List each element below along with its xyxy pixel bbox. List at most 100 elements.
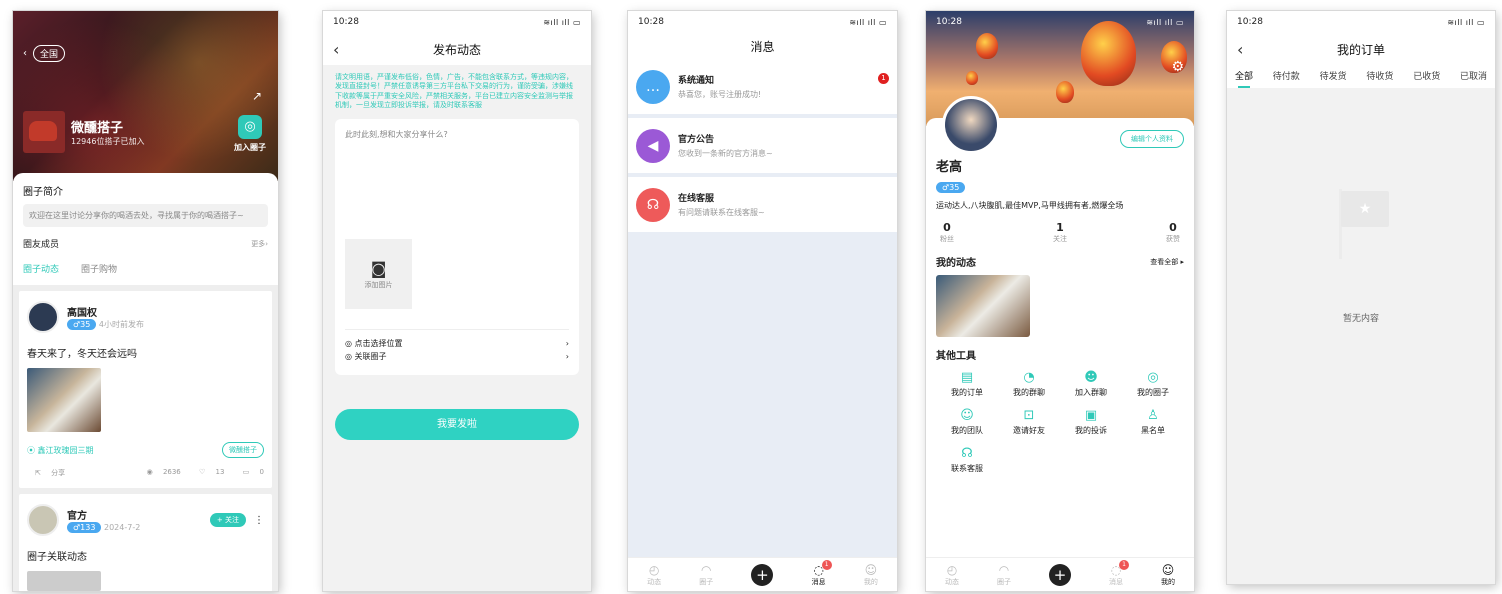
- invite-icon: ⊡: [1023, 408, 1035, 423]
- tab-feed[interactable]: ◴ 动态: [647, 563, 661, 587]
- circle-icon: ◠: [701, 562, 712, 577]
- tab-circle-shopping[interactable]: 圈子购物: [81, 262, 117, 275]
- select-location-row[interactable]: ◎ 点击选择位置 ›: [345, 328, 569, 349]
- tab-received[interactable]: 已收货: [1413, 69, 1440, 82]
- members-more-link[interactable]: 更多›: [251, 239, 268, 249]
- circle-icon: ◎: [1147, 370, 1159, 385]
- more-menu-icon[interactable]: ⋮: [254, 515, 264, 526]
- post-time: 2024-7-2: [104, 523, 141, 533]
- join-circle-button[interactable]: ◎ 加入圈子: [234, 115, 266, 153]
- empty-flag-icon: ★: [1321, 181, 1401, 261]
- tab-circle[interactable]: ◠ 圈子: [699, 563, 713, 587]
- status-time: 10:28: [1237, 17, 1263, 27]
- report-icon: ▣: [1084, 408, 1098, 423]
- tab-all[interactable]: 全部: [1235, 69, 1253, 88]
- tool-my-complaints[interactable]: ▣ 我的投诉: [1060, 408, 1122, 436]
- edit-profile-button[interactable]: 编辑个人资料: [1120, 130, 1184, 148]
- view-all-link[interactable]: 查看全部 ▸: [1150, 257, 1184, 267]
- submit-post-button[interactable]: 我要发啦: [335, 408, 579, 440]
- circle-hero: ‹ 全国 ↗ 微醺搭子 12946位搭子已加入 ◎ 加入圈子: [13, 11, 278, 181]
- follow-button[interactable]: + 关注: [209, 513, 246, 528]
- message-item-system[interactable]: … 系统通知 恭喜您，账号注册成功! 1: [628, 59, 897, 114]
- message-title: 官方公告: [678, 135, 715, 145]
- tool-join-group[interactable]: ☻ 加入群聊: [1060, 370, 1122, 398]
- my-posts-title: 我的动态: [936, 258, 976, 269]
- add-photo-label: 添加图片: [364, 280, 393, 289]
- circle-icon: ◎: [345, 351, 352, 361]
- avatar[interactable]: [27, 504, 59, 537]
- post-card[interactable]: 官方 ♂133 2024-7-2 + 关注 ⋮ 圈子关联动态: [19, 494, 272, 591]
- message-item-announcement[interactable]: ◀ 官方公告 您收到一条新的官方消息~: [628, 118, 897, 173]
- status-icons: ≋ıll ıll ▭: [1447, 17, 1485, 27]
- plus-icon: +: [1049, 563, 1071, 586]
- plus-icon: +: [751, 563, 774, 586]
- settings-gear-icon[interactable]: ⚙: [1171, 59, 1184, 75]
- tool-blacklist[interactable]: ♙ 黑名单: [1122, 408, 1184, 436]
- tab-cancelled[interactable]: 已取消: [1460, 69, 1487, 82]
- profile-avatar[interactable]: [942, 96, 1000, 154]
- share-action[interactable]: ⇱ 分享: [27, 468, 65, 478]
- group-name: 微醺搭子: [71, 121, 124, 136]
- tool-contact-support[interactable]: ☊ 联系客服: [936, 446, 998, 474]
- tab-pending-shipment[interactable]: 待发货: [1320, 69, 1347, 82]
- status-icons: ≋ıll ıll ▭: [543, 17, 581, 27]
- following-count[interactable]: 1 关注: [1053, 221, 1067, 244]
- camera-icon: ◙: [370, 258, 387, 278]
- message-item-support[interactable]: ☊ 在线客服 有问题请联系在线客服~: [628, 177, 897, 232]
- tab-me[interactable]: ☺ 我的: [864, 563, 878, 587]
- screen-circle-detail: ‹ 全国 ↗ 微醺搭子 12946位搭子已加入 ◎ 加入圈子 圈子简介 欢迎在这…: [13, 11, 278, 591]
- tab-messages[interactable]: ◌ 消息 1: [1109, 559, 1129, 587]
- message-title: 在线客服: [678, 194, 715, 204]
- tab-publish[interactable]: +: [751, 563, 774, 586]
- unread-badge: 1: [878, 73, 889, 84]
- avatar[interactable]: [27, 301, 59, 334]
- tools-grid: ▤ 我的订单 ◔ 我的群聊 ☻ 加入群聊 ◎ 我的圈子 ☺ 我的团队 ⊡ 邀请好友 ▣ 我的投…: [936, 370, 1184, 474]
- like-action[interactable]: ♡ 13: [191, 468, 224, 476]
- tool-invite-friends[interactable]: ⊡ 邀请好友: [998, 408, 1060, 436]
- post-card[interactable]: 高国权 ♂35 4小时前发布 春天来了，冬天还会远吗 ⦿ 鑫江玫瑰园三期 微醺搭…: [19, 291, 272, 489]
- screen-messages: 10:28 ≋ıll ıll ▭ 消息 … 系统通知 恭喜您，账号注册成功! 1 ◀…: [628, 11, 897, 591]
- post-text: 春天来了，冬天还会远吗: [27, 349, 137, 361]
- post-text: 圈子关联动态: [27, 552, 87, 564]
- tab-pending-receipt[interactable]: 待收货: [1366, 69, 1393, 82]
- circle-tag[interactable]: 微醺搭子: [222, 442, 264, 459]
- bottom-tab-bar: ◴ 动态 ◠ 圈子 + ◌ 消息 1 ☺ 我的: [628, 557, 897, 591]
- gender-age-badge: ♂35: [936, 182, 966, 193]
- post-thumbnail[interactable]: [936, 275, 1030, 337]
- post-location: ⦿ 鑫江玫瑰园三期: [27, 445, 94, 455]
- followers-count[interactable]: 0 粉丝: [940, 221, 954, 244]
- empty-text: 暂无内容: [1342, 314, 1379, 324]
- tab-messages[interactable]: ◌ 消息 1: [812, 559, 832, 587]
- comment-action[interactable]: ▭ 0: [235, 468, 264, 476]
- tool-my-orders[interactable]: ▤ 我的订单: [936, 370, 998, 398]
- region-chip[interactable]: 全国: [33, 45, 66, 62]
- post-image[interactable]: [27, 368, 101, 433]
- share-icon[interactable]: ↗: [252, 89, 262, 103]
- intro-text: 欢迎在这里讨论分享你的喝酒去处，寻找属于你的喝酒搭子~: [23, 204, 268, 228]
- status-icons: ≋ıll ıll ▭: [849, 17, 887, 27]
- add-photo-button[interactable]: ◙ 添加图片: [345, 238, 412, 309]
- eye-icon: ◉: [146, 468, 153, 477]
- group-member-count: 12946位搭子已加入: [71, 137, 145, 146]
- link-circle-row[interactable]: ◎ 关联圈子 ›: [345, 351, 569, 362]
- tab-me[interactable]: ☺ 我的: [1161, 563, 1175, 587]
- team-icon: ☺: [960, 408, 974, 423]
- back-icon[interactable]: ‹: [23, 48, 27, 59]
- post-image[interactable]: [27, 571, 101, 591]
- tool-my-team[interactable]: ☺ 我的团队: [936, 408, 998, 436]
- tab-badge: 1: [1119, 559, 1129, 570]
- back-icon[interactable]: ‹: [1237, 40, 1243, 59]
- empty-state: ★ 暂无内容: [1227, 181, 1495, 324]
- status-time: 10:28: [638, 17, 664, 27]
- bottom-tab-bar: ◴ 动态 ◠ 圈子 + ◌ 消息 1 ☺ 我的: [926, 557, 1194, 591]
- tab-pending-payment[interactable]: 待付款: [1273, 69, 1300, 82]
- post-content-input[interactable]: 此时此刻,想和大家分享什么?: [345, 129, 569, 140]
- tool-my-circles[interactable]: ◎ 我的圈子: [1122, 370, 1184, 398]
- tab-circle[interactable]: ◠ 圈子: [997, 563, 1011, 587]
- tool-my-groups[interactable]: ◔ 我的群聊: [998, 370, 1060, 398]
- tab-publish[interactable]: +: [1049, 563, 1071, 586]
- tab-feed[interactable]: ◴ 动态: [945, 563, 959, 587]
- message-subtitle: 恭喜您，账号注册成功!: [678, 90, 762, 99]
- back-icon[interactable]: ‹: [333, 40, 339, 59]
- tab-circle-posts[interactable]: 圈子动态: [23, 262, 59, 275]
